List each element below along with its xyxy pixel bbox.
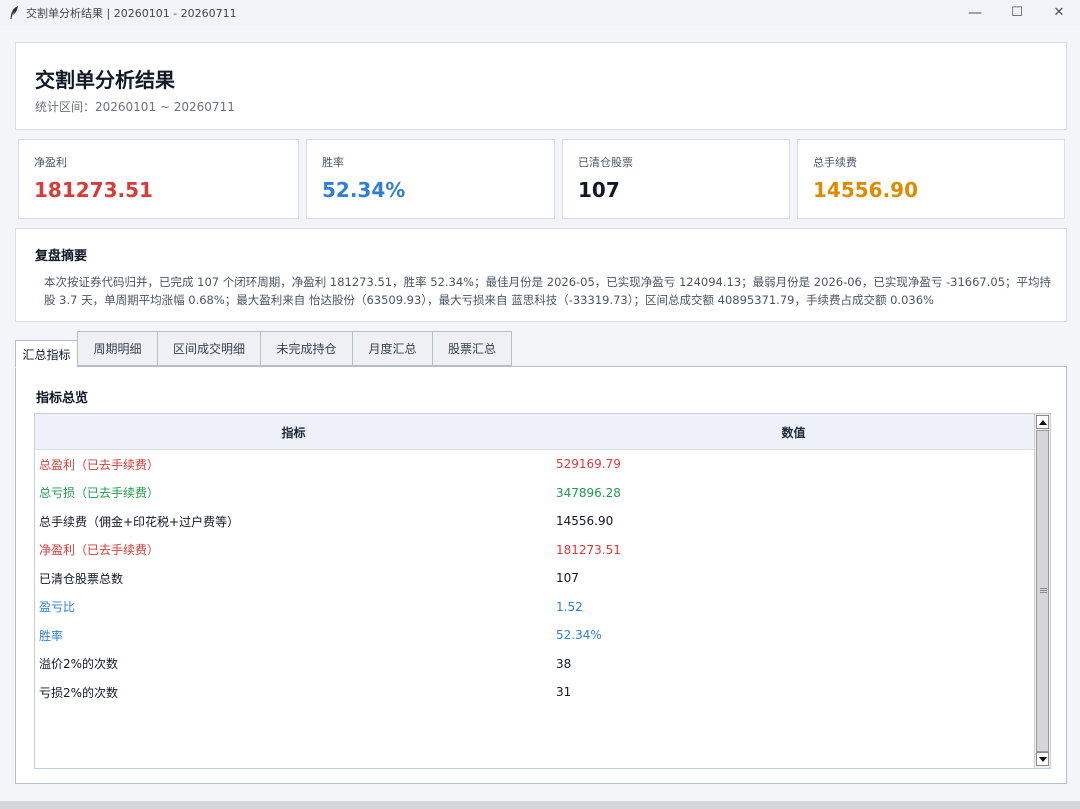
window-bottom-edge: [0, 801, 1080, 809]
page-title: 交割单分析结果: [35, 68, 175, 92]
table-row[interactable]: 总盈利（已去手续费） 529169.79: [35, 450, 1035, 479]
kpi-label: 净盈利: [34, 156, 67, 169]
scroll-up-arrow-icon[interactable]: [1036, 415, 1049, 429]
metric-name: 总亏损（已去手续费）: [39, 486, 160, 501]
kpi-card-cleared-stocks: 已清仓股票 107: [562, 139, 790, 219]
metric-name: 盈亏比: [39, 600, 76, 615]
tab-content-panel: 指标总览 指标 数值 总盈利（已去手续费） 529169.79 总亏损（已去手续…: [15, 366, 1067, 784]
metric-name: 净盈利（已去手续费）: [39, 543, 160, 558]
metric-value: 14556.90: [556, 514, 614, 529]
metric-name: 亏损2%的次数: [39, 685, 119, 700]
metric-name: 已清仓股票总数: [39, 571, 124, 586]
metric-name: 总手续费（佣金+印花税+过户费等）: [39, 514, 240, 529]
tab-cycle-details[interactable]: 周期明细: [77, 331, 158, 366]
tab-trade-details[interactable]: 区间成交明细: [157, 331, 261, 366]
scrollbar-thumb[interactable]: [1036, 430, 1049, 752]
table-row[interactable]: 盈亏比 1.52: [35, 593, 1035, 622]
summary-panel: 复盘摘要 本次按证券代码归并，已完成 107 个闭环周期，净盈利 181273.…: [15, 228, 1067, 322]
kpi-value: 52.34%: [322, 178, 406, 202]
metric-value: 107: [556, 571, 579, 586]
grip-line: [1040, 588, 1047, 589]
table-row[interactable]: 总手续费（佣金+印花税+过户费等） 14556.90: [35, 507, 1035, 536]
kpi-label: 总手续费: [813, 156, 857, 169]
page-subtitle: 统计区间：20260101 ~ 20260711: [35, 100, 235, 114]
table-row[interactable]: 已清仓股票总数 107: [35, 564, 1035, 593]
tab-stock-summary[interactable]: 股票汇总: [432, 331, 512, 366]
kpi-value: 14556.90: [813, 178, 919, 202]
tab-summary-metrics[interactable]: 汇总指标: [15, 340, 78, 368]
summary-text: 本次按证券代码归并，已完成 107 个闭环周期，净盈利 181273.51，胜率…: [44, 275, 1052, 307]
window-titlebar: 交割单分析结果 | 20260101 - 20260711 — ☐ ✕: [0, 0, 1080, 25]
grip-line: [1040, 590, 1047, 591]
minimize-button[interactable]: —: [954, 0, 996, 25]
column-header-value[interactable]: 数值: [552, 414, 1035, 450]
header-panel: 交割单分析结果 统计区间：20260101 ~ 20260711: [15, 42, 1067, 130]
scroll-down-arrow-icon[interactable]: [1036, 752, 1049, 766]
maximize-button[interactable]: ☐: [996, 0, 1038, 25]
window-client: 交割单分析结果 统计区间：20260101 ~ 20260711 净盈利 181…: [0, 25, 1080, 801]
tab-monthly-summary[interactable]: 月度汇总: [352, 331, 433, 366]
summary-title: 复盘摘要: [35, 249, 88, 264]
kpi-card-total-fee: 总手续费 14556.90: [797, 139, 1065, 219]
metric-value: 529169.79: [556, 457, 621, 472]
table-row[interactable]: 溢价2%的次数 38: [35, 650, 1035, 679]
table-row[interactable]: 总亏损（已去手续费） 347896.28: [35, 479, 1035, 508]
metric-value: 52.34%: [556, 628, 602, 643]
tab-bar: 汇总指标 周期明细 区间成交明细 未完成持仓 月度汇总 股票汇总: [15, 331, 1067, 368]
table-header: 指标 数值: [35, 414, 1035, 450]
section-title: 指标总览: [36, 391, 89, 406]
vertical-scrollbar[interactable]: [1034, 414, 1050, 768]
kpi-label: 胜率: [322, 156, 344, 169]
metric-name: 溢价2%的次数: [39, 657, 119, 672]
table-row[interactable]: 胜率 52.34%: [35, 621, 1035, 650]
table-row[interactable]: 亏损2%的次数 31: [35, 678, 1035, 707]
metric-value: 1.52: [556, 599, 583, 614]
metric-name: 总盈利（已去手续费）: [39, 457, 160, 472]
table-body: 总盈利（已去手续费） 529169.79 总亏损（已去手续费） 347896.2…: [35, 450, 1035, 707]
metric-value: 181273.51: [556, 542, 621, 557]
kpi-card-net-profit: 净盈利 181273.51: [18, 139, 299, 219]
table-row[interactable]: 净盈利（已去手续费） 181273.51: [35, 536, 1035, 565]
feather-icon: [8, 5, 20, 20]
column-header-metric[interactable]: 指标: [35, 414, 552, 450]
kpi-value: 107: [578, 178, 620, 202]
window-title: 交割单分析结果 | 20260101 - 20260711: [26, 6, 237, 20]
metric-value: 31: [556, 685, 572, 700]
window-controls: — ☐ ✕: [954, 0, 1080, 25]
metric-value: 347896.28: [556, 485, 621, 500]
kpi-card-win-rate: 胜率 52.34%: [306, 139, 555, 219]
metric-value: 38: [556, 656, 572, 671]
grip-line: [1040, 592, 1047, 593]
tab-open-positions[interactable]: 未完成持仓: [260, 331, 353, 366]
metric-name: 胜率: [39, 628, 64, 643]
kpi-value: 181273.51: [34, 178, 153, 202]
close-button[interactable]: ✕: [1038, 0, 1080, 25]
metrics-table: 指标 数值 总盈利（已去手续费） 529169.79 总亏损（已去手续费） 34…: [34, 413, 1051, 769]
kpi-label: 已清仓股票: [578, 156, 633, 169]
